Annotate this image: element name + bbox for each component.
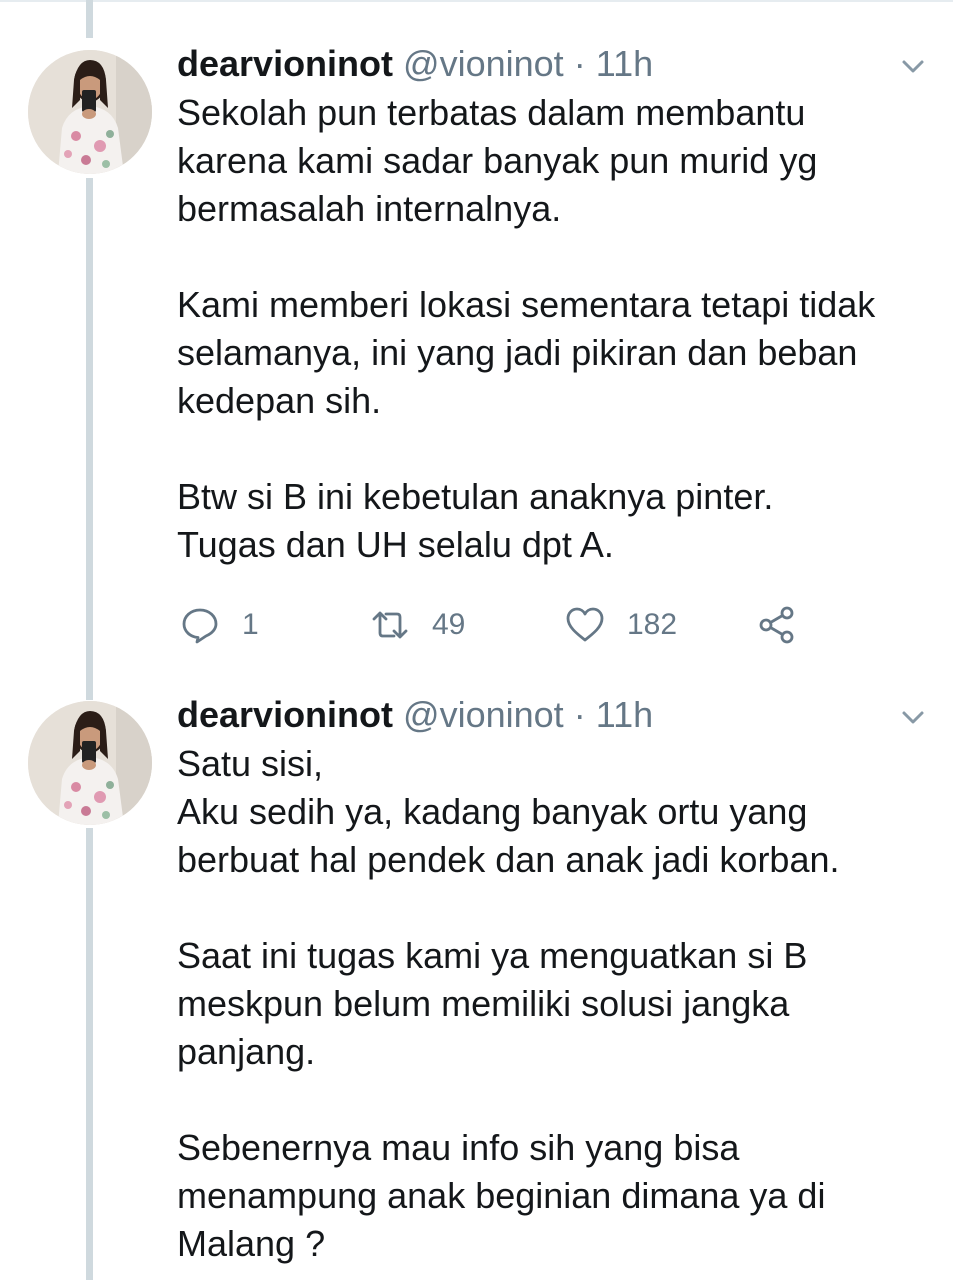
avatar[interactable] — [28, 701, 152, 825]
top-divider — [0, 0, 953, 2]
timestamp[interactable]: 11h — [596, 694, 653, 735]
user-handle[interactable]: @vioninot — [403, 694, 564, 735]
retweet-button[interactable]: 49 — [370, 603, 465, 647]
tweet-header: dearvioninot @vioninot · 11h — [177, 42, 653, 86]
tweet-actions: 1 49 182 — [0, 603, 953, 647]
like-button[interactable]: 182 — [565, 603, 677, 647]
retweet-count: 49 — [432, 608, 466, 641]
chevron-down-icon — [902, 711, 924, 724]
like-count: 182 — [627, 608, 678, 641]
thread-line-top — [86, 0, 93, 38]
reply-button[interactable]: 1 — [180, 603, 259, 647]
user-handle[interactable]: @vioninot — [403, 43, 564, 84]
chevron-down-icon — [902, 60, 924, 73]
tweet-paragraph: Kami memberi lokasi sementara tetapi tid… — [177, 284, 876, 421]
tweet-paragraph: Btw si B ini kebetulan anaknya pinter. T… — [177, 476, 774, 565]
more-options-button[interactable] — [895, 699, 931, 735]
heart-icon — [566, 607, 604, 642]
more-options-button[interactable] — [895, 48, 931, 84]
avatar-image — [28, 701, 152, 825]
tweet-paragraph: Saat ini tugas kami ya menguatkan si B m… — [177, 935, 808, 1072]
tweet-paragraph: Sebenernya mau info sih yang bisa menamp… — [177, 1127, 826, 1264]
separator-dot: · — [573, 694, 586, 735]
thread-line-bottom — [86, 828, 93, 1280]
avatar-image — [28, 50, 152, 174]
retweet-arrows-icon — [372, 611, 408, 639]
timestamp[interactable]: 11h — [596, 43, 653, 84]
reply-count: 1 — [242, 608, 259, 641]
tweet-text: Satu sisi, Aku sedih ya, kadang banyak o… — [177, 740, 937, 1268]
display-name[interactable]: dearvioninot — [177, 694, 393, 735]
share-button[interactable] — [757, 603, 797, 647]
tweet-header: dearvioninot @vioninot · 11h — [177, 693, 653, 737]
avatar[interactable] — [28, 50, 152, 174]
display-name[interactable]: dearvioninot — [177, 43, 393, 84]
separator-dot: · — [573, 43, 586, 84]
tweet-paragraph: Sekolah pun terbatas dalam membantu kare… — [177, 92, 818, 229]
tweet-text: Sekolah pun terbatas dalam membantu kare… — [177, 89, 937, 569]
share-nodes-icon — [759, 606, 794, 644]
tweet-paragraph: Satu sisi, Aku sedih ya, kadang banyak o… — [177, 743, 840, 880]
speech-bubble-icon — [182, 608, 218, 644]
